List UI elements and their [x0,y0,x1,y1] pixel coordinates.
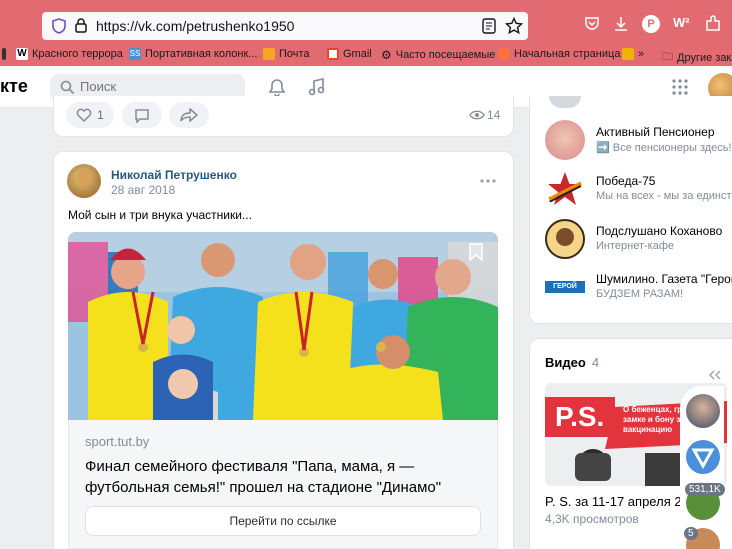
bookmark-item[interactable]: ⚙ Часто посещаемые [381,48,495,62]
group-avatar: ГЕРОЙ ПРАЦЫ [545,267,585,307]
bookmark-label: Gmail [343,48,372,60]
previous-post-card: 1 14 [53,96,514,137]
search-icon [60,80,75,95]
mail-icon [263,48,275,60]
extensions-icon[interactable] [704,15,722,33]
avatar-face [556,228,574,246]
eye-icon [469,110,485,120]
link-snippet[interactable]: sport.tut.by Финал семейного фестиваля "… [68,420,498,549]
wikipedia-icon: W [16,48,28,60]
avatar-face [77,170,91,186]
video-views: 4,3K просмотров [545,512,639,526]
bookmark-label: Красного террора [32,48,123,60]
site-favicon [622,48,634,60]
unread-badge: 531,1K [685,483,725,496]
chevron-right-icon: » [638,48,645,60]
firefox-icon [498,48,510,60]
bookmark-item[interactable]: Gmail [327,48,372,60]
group-name: Шумилино. Газета "Герой п [596,272,732,286]
bookmark-item[interactable]: W Красного террора [16,48,123,60]
bookmark-icon[interactable] [468,242,484,262]
vk-logo[interactable]: кте [0,76,28,97]
bookmark-item[interactable]: SS Портативная колонк... [129,48,257,60]
share-icon [180,108,198,122]
group-subtitle: Мы на всех - мы за единств [596,190,732,202]
search-input[interactable] [80,79,230,94]
link-title[interactable]: Финал семейного фестиваля "Папа, мама, я… [85,456,485,498]
comment-icon [135,108,149,123]
open-link-button[interactable]: Перейти по ссылке [85,506,481,536]
thumb-title: P.S. [555,401,605,432]
music-icon[interactable] [308,78,326,97]
gear-icon: ⚙ [381,48,392,62]
extension-w2-icon[interactable]: W² [673,15,691,33]
newspaper-logo: ГЕРОЙ ПРАЦЫ [545,281,585,302]
gmail-icon [327,48,339,60]
chat-avatar[interactable] [686,440,720,474]
shield-icon[interactable] [52,18,66,34]
group-avatar [545,169,585,209]
group-item[interactable]: Активный Пенсионер ➡️ Все пенсионеры зде… [545,120,732,160]
bookmark-label: Начальная страница [514,48,621,60]
view-count: 14 [487,108,501,122]
url-text[interactable]: https://vk.com/petrushenko1950 [96,18,294,34]
download-icon[interactable] [612,15,630,33]
heart-icon [76,108,92,122]
channel-logo-icon [691,448,715,470]
bookmark-label: Другие закл [677,51,732,64]
videos-title: Видео [545,355,586,370]
group-item[interactable]: Победа-75 Мы на всех - мы за единств [545,169,732,209]
lock-icon[interactable] [75,18,87,33]
bell-icon[interactable] [268,78,286,97]
videos-heading[interactable]: Видео 4 [545,355,599,370]
bookmark-item[interactable]: Почта [263,48,310,60]
browser-toolbar: https://vk.com/petrushenko1950 P W² [0,0,732,44]
site-favicon: SS [129,48,141,60]
group-avatar [545,120,585,160]
group-subtitle: Интернет-кафе [596,240,674,252]
victory-star-icon [548,172,582,205]
post-text: Мой сын и три внука участники... [68,208,252,222]
bookmark-folder-other[interactable]: 🗀 Другие закл [662,48,732,67]
bookmark-star-icon[interactable] [505,17,523,35]
like-button[interactable]: 1 [66,102,114,128]
group-item[interactable]: Подслушано Коханово Интернет-кафе [545,219,732,259]
like-count: 1 [97,108,104,122]
reader-view-icon[interactable] [482,18,496,34]
bookmarks-bar: W Красного террора SS Портативная колонк..… [0,44,732,66]
post-author[interactable]: Николай Петрушенко [111,168,237,182]
bookmark-item[interactable]: Начальная страница [498,48,620,60]
address-bar[interactable]: https://vk.com/petrushenko1950 [42,12,528,40]
post-photo[interactable] [68,232,498,420]
more-options-icon[interactable] [480,179,496,183]
comment-button[interactable] [122,102,162,128]
share-button[interactable] [169,102,209,128]
group-name: Победа-75 [596,174,656,188]
group-name: Подслушано Коханово [596,224,723,238]
group-photo-illustration [68,232,498,420]
bookmark-favicon [2,48,6,60]
profile-p-icon[interactable]: P [642,15,660,33]
video-title[interactable]: P. S. за 11-17 апреля 202 [545,494,696,509]
group-avatar [545,219,585,259]
group-subtitle: ➡️ Все пенсионеры здесь! П [596,142,732,154]
unread-badge: 5 [684,527,698,540]
group-subtitle: БУДЗЕМ РАЗАМ! [596,288,684,300]
link-domain: sport.tut.by [85,434,150,449]
post-date[interactable]: 28 авг 2018 [111,183,175,197]
apps-grid-icon[interactable] [672,79,688,95]
group-item[interactable]: ГЕРОЙ ПРАЦЫ Шумилино. Газета "Герой п БУ… [545,267,732,307]
bookmark-item[interactable] [2,48,10,60]
videos-count: 4 [591,355,600,370]
author-avatar[interactable] [67,164,101,198]
folder-icon: 🗀 [662,51,673,63]
bookmark-label: Почта [279,48,310,60]
chat-avatar[interactable] [686,394,720,428]
bookmark-item[interactable]: » [622,48,650,60]
bookmark-label: Портативная колонк... [145,48,258,60]
chevron-left-icon[interactable] [708,370,722,380]
bookmark-label: Часто посещаемые [395,49,496,61]
group-name: Активный Пенсионер [596,125,715,139]
pocket-icon[interactable] [583,15,601,33]
